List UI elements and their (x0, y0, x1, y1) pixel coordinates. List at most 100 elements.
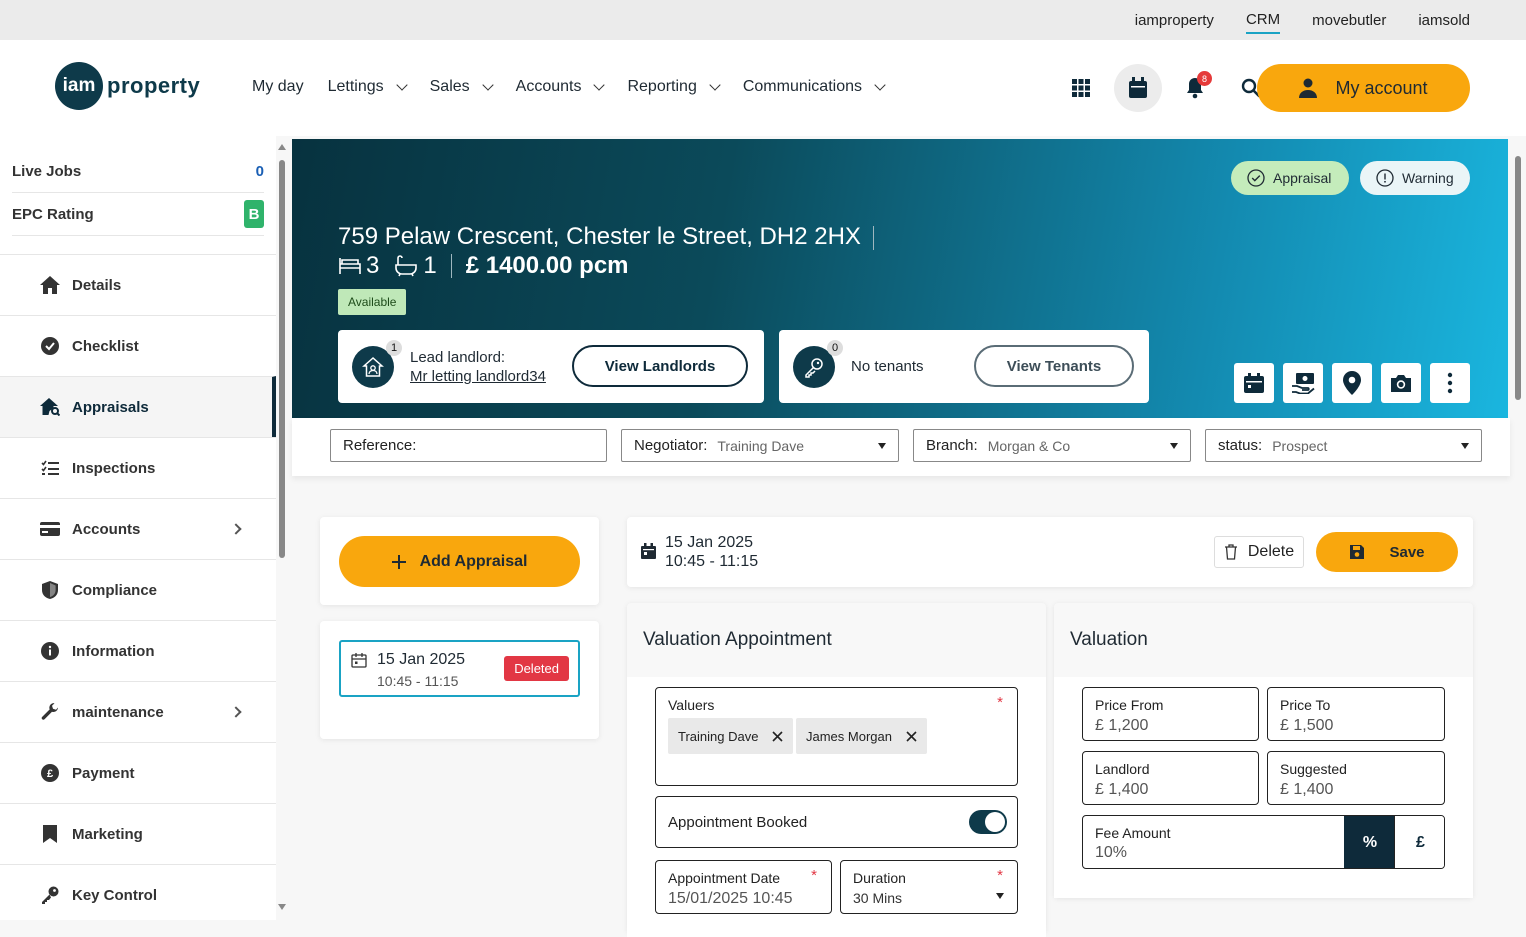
sidebar-item-key-control[interactable]: Key Control (0, 864, 276, 925)
appointment-time: 10:45 - 11:15 (665, 553, 759, 570)
hero-action-buttons (1234, 363, 1470, 403)
tenant-count: 0 (827, 339, 843, 356)
sidebar-item-label: Accounts (72, 520, 141, 538)
apps-grid-icon[interactable] (1058, 65, 1104, 111)
property-address: 759 Pelaw Crescent, Chester le Street, D… (338, 223, 874, 251)
divider (450, 254, 452, 278)
appraisal-time: 10:45 - 11:15 (377, 673, 459, 689)
valuers-field[interactable]: Valuers * Training Dave James Morgan (655, 687, 1018, 786)
landlord-count: 1 (386, 339, 402, 356)
required-marker: * (997, 694, 1003, 711)
suggested-valuation-value: £ 1,400 (1280, 781, 1334, 798)
warning-pill[interactable]: Warning (1360, 161, 1470, 195)
sidebar-item-information[interactable]: Information (0, 620, 276, 681)
calendar-icon (351, 653, 367, 668)
appointment-booked-toggle[interactable] (969, 810, 1007, 834)
fee-percent-toggle[interactable]: % (1344, 816, 1396, 868)
topbar-link-movebutler[interactable]: movebutler (1312, 8, 1386, 33)
appointment-booked-label: Appointment Booked (668, 814, 808, 831)
shield-icon (40, 580, 60, 600)
sidebar-item-checklist[interactable]: Checklist (0, 315, 276, 376)
add-appraisal-button[interactable]: Add Appraisal (339, 536, 580, 587)
nav-my-day[interactable]: My day (252, 78, 304, 96)
view-landlords-button[interactable]: View Landlords (572, 345, 748, 387)
topbar-link-iamsold[interactable]: iamsold (1418, 8, 1470, 33)
delete-button[interactable]: Delete (1214, 536, 1304, 568)
sidebar-item-inspections[interactable]: Inspections (0, 437, 276, 498)
lead-landlord-link[interactable]: Mr letting landlord34 (410, 367, 546, 386)
fee-amount-field[interactable]: Fee Amount 10% % £ (1082, 815, 1445, 869)
nav-reporting[interactable]: Reporting (627, 78, 721, 96)
chevron-down-icon (709, 79, 721, 91)
main-nav: My day Lettings Sales Accounts Reporting… (252, 78, 886, 96)
scroll-down-arrow-icon[interactable] (278, 904, 286, 910)
credit-card-icon (40, 519, 60, 539)
warning-pill-label: Warning (1402, 170, 1454, 186)
topbar-link-iamproperty[interactable]: iamproperty (1135, 8, 1214, 33)
sidebar: Live Jobs 0 EPC Rating B Details Checkli… (0, 136, 276, 920)
calendar-icon[interactable] (1234, 363, 1274, 403)
valuation-panel: Valuation Price From £ 1,200 Price To £ … (1054, 603, 1473, 898)
calendar-icon[interactable] (1114, 64, 1162, 112)
page-scrollbar[interactable] (1512, 140, 1524, 920)
more-vertical-icon[interactable] (1430, 363, 1470, 403)
appraisal-status-pill[interactable]: Appraisal (1231, 161, 1349, 195)
user-icon (1299, 78, 1318, 98)
add-appraisal-label: Add Appraisal (419, 552, 528, 570)
top-product-bar: iamproperty CRM movebutler iamsold (0, 0, 1526, 40)
nav-sales[interactable]: Sales (430, 78, 494, 96)
sidebar-scrollbar[interactable] (277, 140, 287, 920)
status-select[interactable]: status: Prospect (1205, 429, 1482, 462)
sidebar-item-label: Information (72, 642, 155, 660)
key-icon: 0 (793, 339, 843, 388)
scroll-thumb[interactable] (279, 160, 285, 558)
live-jobs-label: Live Jobs (12, 162, 82, 180)
my-account-button[interactable]: My account (1257, 64, 1470, 112)
scroll-up-arrow-icon[interactable] (278, 144, 286, 150)
bell-icon[interactable]: 8 (1172, 65, 1218, 111)
view-tenants-button[interactable]: View Tenants (974, 345, 1134, 387)
appraisal-list-item[interactable]: 15 Jan 2025 10:45 - 11:15 Deleted (339, 640, 580, 697)
close-icon[interactable] (906, 730, 917, 742)
required-marker: * (997, 867, 1003, 884)
save-button[interactable]: Save (1316, 532, 1458, 572)
branch-value: Morgan & Co (987, 437, 1071, 454)
save-label: Save (1389, 543, 1425, 561)
price-to-field[interactable]: Price To £ 1,500 (1267, 687, 1445, 741)
negotiator-label: Negotiator: (634, 437, 708, 454)
negotiator-select[interactable]: Negotiator: Training Dave (621, 429, 899, 462)
landlord-valuation-field[interactable]: Landlord £ 1,400 (1082, 751, 1259, 805)
price-from-field[interactable]: Price From £ 1,200 (1082, 687, 1259, 741)
hand-money-icon[interactable] (1283, 363, 1323, 403)
nav-communications[interactable]: Communications (743, 78, 886, 96)
nav-accounts[interactable]: Accounts (516, 78, 606, 96)
main-header: iam property My day Lettings Sales Accou… (0, 40, 1526, 136)
property-summary: 3 1 £ 1400.00 pcm (338, 252, 629, 280)
camera-icon[interactable] (1381, 363, 1421, 403)
reference-input[interactable]: Reference: (330, 429, 607, 462)
sidebar-item-maintenance[interactable]: maintenance (0, 681, 276, 742)
fee-pound-toggle[interactable]: £ (1394, 816, 1444, 868)
close-icon[interactable] (772, 730, 784, 742)
suggested-valuation-field[interactable]: Suggested £ 1,400 (1267, 751, 1445, 805)
sidebar-item-details[interactable]: Details (0, 254, 276, 315)
appointment-date-field[interactable]: Appointment Date * 15/01/2025 10:45 (655, 860, 832, 914)
sidebar-item-compliance[interactable]: Compliance (0, 559, 276, 620)
lead-landlord-label: Lead landlord: (410, 348, 506, 366)
sidebar-item-accounts[interactable]: Accounts (0, 498, 276, 559)
landlord-card: 1 Lead landlord: Mr letting landlord34 V… (338, 330, 764, 403)
sidebar-item-marketing[interactable]: Marketing (0, 803, 276, 864)
branch-select[interactable]: Branch: Morgan & Co (913, 429, 1191, 462)
status-value: Prospect (1272, 437, 1328, 454)
duration-select[interactable]: Duration * 30 Mins (840, 860, 1018, 914)
live-jobs-row: Live Jobs 0 (12, 150, 264, 193)
chevron-down-icon (395, 79, 408, 91)
nav-lettings[interactable]: Lettings (328, 78, 408, 96)
map-pin-icon[interactable] (1332, 363, 1372, 403)
sidebar-item-payment[interactable]: £ Payment (0, 742, 276, 803)
topbar-link-crm[interactable]: CRM (1245, 7, 1281, 34)
page-scroll-thumb[interactable] (1515, 156, 1521, 400)
fee-amount-value: 10% (1095, 844, 1128, 861)
logo[interactable]: iam property (55, 62, 200, 110)
sidebar-item-appraisals[interactable]: Appraisals (0, 376, 276, 437)
